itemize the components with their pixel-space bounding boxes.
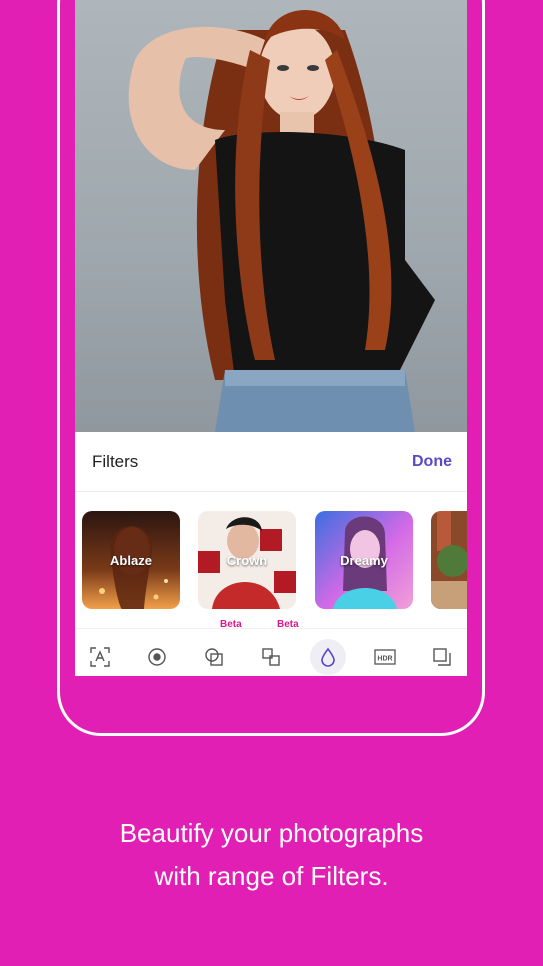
beta-badge: Beta: [220, 619, 242, 630]
promo-caption: Beautify your photographs with range of …: [0, 812, 543, 898]
filters-title: Filters: [92, 451, 139, 471]
filter-thumb-ablaze[interactable]: Ablaze: [82, 511, 180, 609]
filter-thumb-partial[interactable]: [431, 511, 467, 609]
filters-header: Filters Done: [75, 432, 467, 492]
filter-label: Crown: [226, 553, 268, 568]
edited-photo[interactable]: [75, 0, 467, 432]
clone-squares-icon[interactable]: Beta: [253, 619, 299, 675]
layers-icon[interactable]: [424, 639, 460, 675]
filter-thumbnails: Ablaze Crown Dreamy: [75, 511, 467, 609]
focus-circle-icon[interactable]: [139, 639, 175, 675]
filter-label: Ablaze: [110, 553, 152, 568]
filter-thumb-crown[interactable]: Crown: [198, 511, 296, 609]
edit-toolbar: Beta Beta HDR: [75, 619, 467, 676]
hdr-icon[interactable]: HDR: [367, 639, 403, 675]
portrait-scan-icon[interactable]: [82, 639, 118, 675]
app-screen: Filters Done Ablaze Crown Dreamy Beta Be…: [75, 0, 467, 676]
overlay-squares-icon[interactable]: Beta: [196, 619, 242, 675]
beta-badge: Beta: [277, 619, 299, 630]
filter-thumb-dreamy[interactable]: Dreamy: [315, 511, 413, 609]
caption-line-2: with range of Filters.: [154, 861, 389, 891]
drop-icon[interactable]: [310, 639, 346, 675]
hdr-text: HDR: [377, 656, 392, 663]
caption-line-1: Beautify your photographs: [119, 818, 424, 848]
filter-label: Dreamy: [340, 553, 388, 568]
done-button[interactable]: Done: [412, 453, 452, 471]
